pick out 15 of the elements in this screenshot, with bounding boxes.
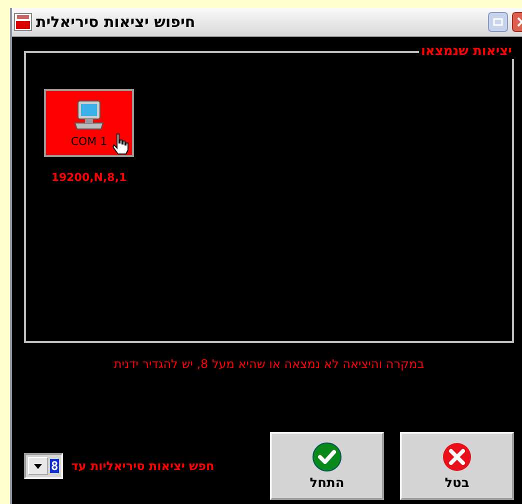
app-icon <box>14 13 32 31</box>
computer-icon <box>72 98 106 132</box>
close-icon <box>442 442 472 472</box>
hand-cursor-icon <box>112 133 130 155</box>
window-title: חיפוש יציאות סיריאלית <box>36 13 196 31</box>
hint-message: במקרה והיציאה לא נמצאה או שהיא מעל 8, יש להגדיר ידנית <box>112 357 426 371</box>
port-limit-label: חפש יציאות סיריאליות עד <box>71 459 214 473</box>
port-tile[interactable]: COM 1 <box>44 89 134 157</box>
port-settings: 19200,N,8,1 <box>51 171 127 184</box>
check-icon <box>312 442 342 472</box>
cancel-button[interactable]: בטל <box>400 432 514 500</box>
start-button[interactable]: התחל <box>270 432 384 500</box>
caret-icon <box>34 464 42 468</box>
selected-value: 8 <box>50 459 60 473</box>
port-limit-dropdown[interactable]: 8 <box>24 453 64 479</box>
